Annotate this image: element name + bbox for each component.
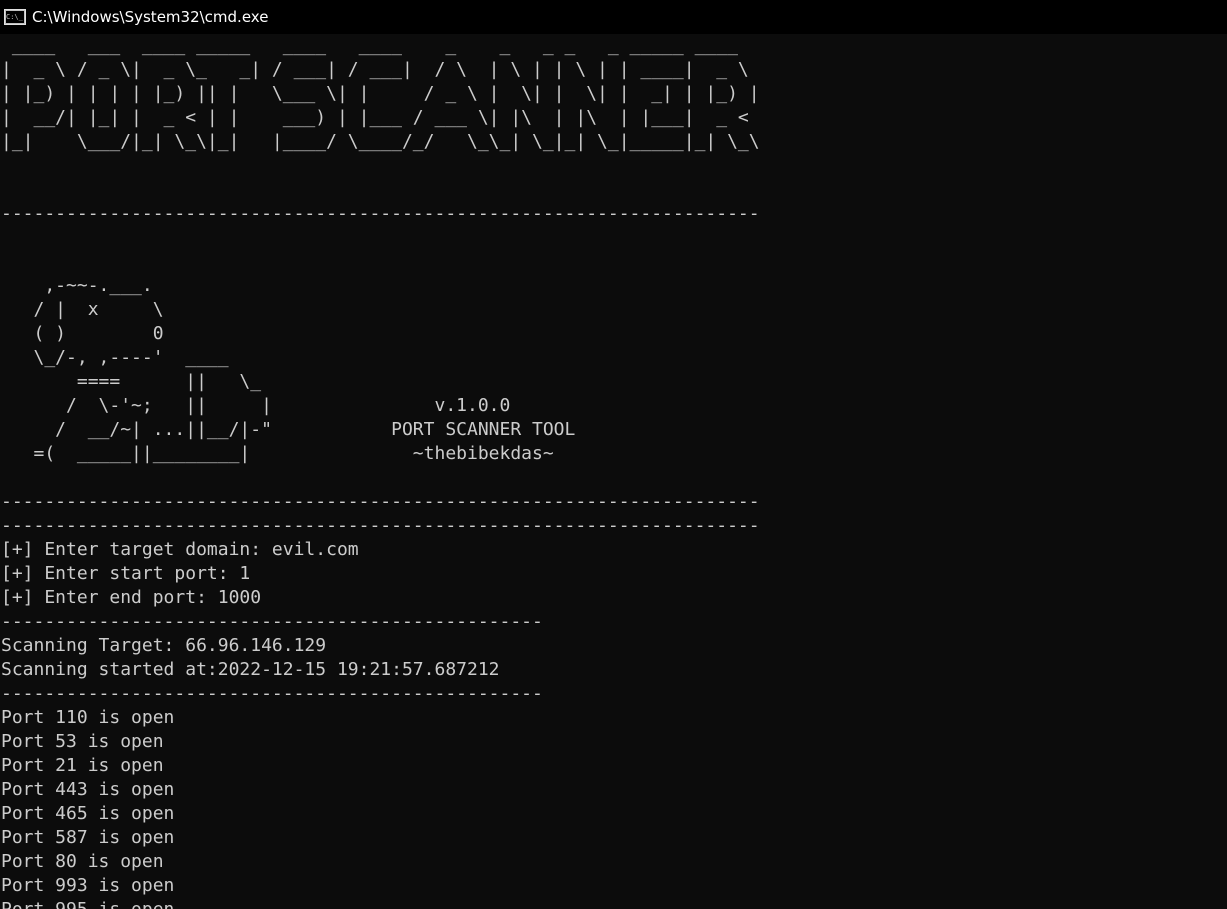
ascii-art-line: ( ) 0 — [1, 323, 164, 344]
open-port-line: Port 465 is open — [1, 803, 175, 824]
banner-line: | __/| |_| | _ < | | ___) | |___ / ___ \… — [1, 107, 749, 128]
banner-line — [1, 466, 1227, 490]
banner-line: | _ \ / _ \| _ \_ _| / ___| / ___| / \ |… — [1, 59, 749, 80]
console-icon — [4, 9, 26, 25]
ascii-art-line: ,-~~-.___. — [1, 275, 153, 296]
prompt-end-port: [+] Enter end port: 1000 — [1, 587, 262, 608]
author-line: =( _____||________| ~thebibekdas~ — [1, 443, 554, 464]
open-port-line: Port 995 is open — [1, 898, 1227, 909]
scan-start-time: Scanning started at:2022-12-15 19:21:57.… — [1, 659, 500, 680]
open-port-line: Port 110 is open — [1, 707, 175, 728]
console-output[interactable]: ____ ___ ____ _____ ____ ____ _ _ _ _ _ … — [1, 34, 1227, 909]
open-port-line: Port 53 is open — [1, 731, 164, 752]
banner-line: | |_) | | | | |_) || | \___ \| | / _ \ |… — [1, 83, 760, 104]
open-port-line: Port 993 is open — [1, 875, 175, 896]
prompt-start-port: [+] Enter start port: 1 — [1, 563, 251, 584]
version-line: / \-'~; || | v.1.0.0 — [1, 395, 511, 416]
cmd-window: C:\Windows\System32\cmd.exe ____ ___ ___… — [0, 0, 1227, 909]
scan-target: Scanning Target: 66.96.146.129 — [1, 635, 327, 656]
open-port-line: Port 443 is open — [1, 779, 175, 800]
banner-line — [1, 154, 1227, 178]
open-port-line: Port 80 is open — [1, 851, 164, 872]
ascii-art-line: \_/-, ,----' ____ — [1, 347, 229, 368]
banner-line — [1, 226, 1227, 250]
banner-separator: ----------------------------------------… — [1, 491, 760, 512]
open-port-line: Port 587 is open — [1, 827, 175, 848]
open-port-line: Port 21 is open — [1, 755, 164, 776]
console-text: ____ ___ ____ _____ ____ ____ _ _ _ _ _ … — [1, 34, 1227, 909]
ascii-art-line: / | x \ — [1, 299, 164, 320]
scan-separator: ----------------------------------------… — [1, 683, 543, 704]
banner-line — [1, 178, 1227, 202]
prompt-target-domain: [+] Enter target domain: evil.com — [1, 539, 359, 560]
banner-line: ____ ___ ____ _____ ____ ____ _ _ _ _ _ … — [1, 35, 738, 56]
scan-separator: ----------------------------------------… — [1, 611, 543, 632]
banner-separator: ----------------------------------------… — [1, 515, 760, 536]
window-title: C:\Windows\System32\cmd.exe — [32, 8, 269, 26]
tool-name-line: / __/~| ...||__/|-" PORT SCANNER TOOL — [1, 419, 576, 440]
ascii-art-line: ==== || \_ — [1, 371, 262, 392]
title-bar[interactable]: C:\Windows\System32\cmd.exe — [0, 0, 1227, 34]
banner-separator: ----------------------------------------… — [1, 203, 760, 224]
banner-line: |_| \___/|_| \_\|_| |____/ \____/_/ \_\_… — [1, 131, 760, 152]
banner-line — [1, 250, 1227, 274]
